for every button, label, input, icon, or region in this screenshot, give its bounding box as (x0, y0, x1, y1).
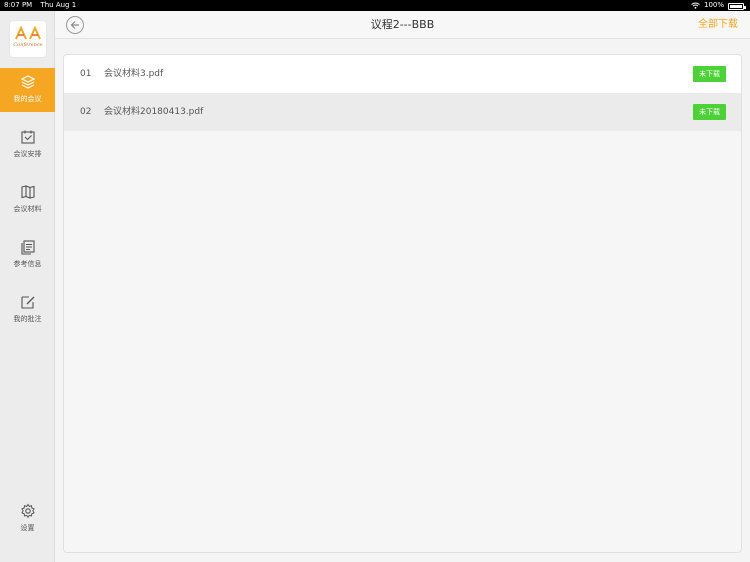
status-bar: 8:07 PM Thu Aug 1 100% (0, 0, 750, 11)
file-index: 01 (80, 69, 92, 79)
download-status-button[interactable]: 未下载 (693, 66, 726, 82)
nav-meeting-materials[interactable]: 会议材料 (0, 178, 55, 222)
download-status-button[interactable]: 未下载 (693, 104, 726, 120)
nav-label: 会议材料 (13, 205, 42, 213)
nav-reference-info[interactable]: 参考信息 (0, 233, 55, 277)
edit-note-icon (20, 296, 34, 309)
sidebar: Conference 我的会议 会议安排 会议材料 参考信息 我的批注 设置 (0, 11, 55, 562)
nav-label: 我的会议 (13, 95, 42, 103)
app-logo: Conference (10, 21, 46, 57)
page-title: 议程2---BBB (370, 18, 435, 31)
status-date: Thu Aug 1 (40, 1, 77, 9)
file-row[interactable]: 01 会议材料3.pdf 未下载 (64, 55, 741, 93)
top-header: 议程2---BBB 全部下载 (55, 11, 750, 39)
logo-text: Conference (13, 42, 43, 48)
nav-my-annotations[interactable]: 我的批注 (0, 288, 55, 332)
gear-icon (20, 503, 35, 519)
file-list: 01 会议材料3.pdf 未下载 02 会议材料20180413.pdf 未下载 (63, 54, 742, 553)
battery-percent: 100% (703, 1, 724, 9)
documents-icon (20, 240, 35, 255)
nav-label: 参考信息 (13, 260, 42, 268)
nav-settings[interactable]: 设置 (0, 497, 55, 541)
calendar-icon (20, 130, 35, 144)
map-book-icon (20, 185, 35, 199)
battery-icon (728, 3, 746, 10)
nav-label: 会议安排 (13, 150, 42, 158)
file-row[interactable]: 02 会议材料20180413.pdf 未下载 (64, 93, 741, 131)
nav-meeting-schedule[interactable]: 会议安排 (0, 123, 55, 167)
nav-my-meetings[interactable]: 我的会议 (0, 68, 55, 112)
status-time: 8:07 PM (4, 1, 33, 9)
file-name: 会议材料3.pdf (104, 69, 164, 79)
nav-label: 我的批注 (13, 315, 42, 323)
nav-label: 设置 (20, 524, 35, 532)
file-name: 会议材料20180413.pdf (104, 107, 204, 117)
file-index: 02 (80, 107, 92, 117)
download-all-button[interactable]: 全部下载 (698, 11, 738, 39)
layers-icon (20, 75, 35, 89)
wifi-icon (691, 2, 700, 9)
